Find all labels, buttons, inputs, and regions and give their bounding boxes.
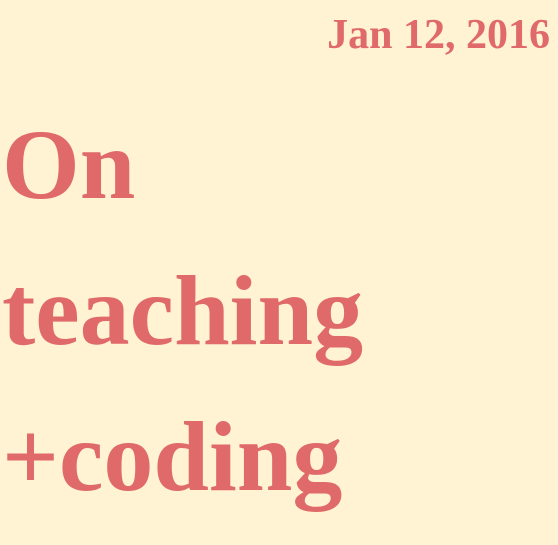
post-title: On teaching +coding [2, 92, 363, 530]
post-title-line-2: teaching [2, 255, 364, 366]
post-date: Jan 12, 2016 [327, 12, 550, 58]
post-title-line-3: +coding [2, 401, 343, 512]
post-title-line-1: On [2, 109, 136, 220]
